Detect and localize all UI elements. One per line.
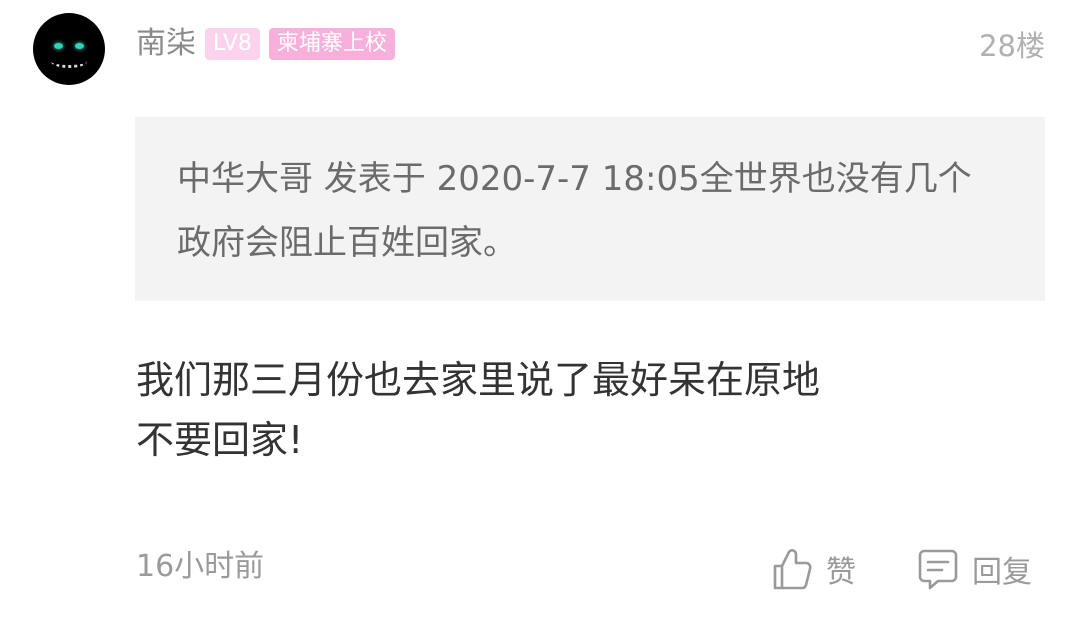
floor-number: 28楼 [979,29,1045,63]
avatar-mouth [51,55,87,68]
avatar[interactable] [33,13,105,85]
thumbs-up-icon [773,549,812,590]
quote-box: 中华大哥 发表于 2020-7-7 18:05全世界也没有几个政府会阻止百姓回家… [135,117,1045,301]
title-badge: 柬埔寨上校 [268,28,395,60]
comment-content: 我们那三月份也去家里说了最好呆在原地 不要回家! [136,350,996,470]
reply-button[interactable]: 回复 [918,545,1032,593]
comment-content-line: 我们那三月份也去家里说了最好呆在原地 [136,358,821,402]
username[interactable]: 南柒 [136,22,196,66]
avatar-eye [75,43,84,49]
user-header: 南柒 LV8 柬埔寨上校 [136,22,404,66]
like-label: 赞 [826,555,856,590]
reply-label: 回复 [972,555,1032,590]
comment-post: 南柒 LV8 柬埔寨上校 28楼 中华大哥 发表于 2020-7-7 18:05… [0,0,1073,636]
quote-text: 中华大哥 发表于 2020-7-7 18:05全世界也没有几个政府会阻止百姓回家… [177,159,972,263]
like-button[interactable]: 赞 [772,545,856,593]
avatar-eye [54,43,63,49]
comment-icon [918,549,958,590]
comment-content-line: 不要回家! [136,418,304,462]
post-time: 16小时前 [136,549,265,584]
level-badge: LV8 [205,28,260,60]
